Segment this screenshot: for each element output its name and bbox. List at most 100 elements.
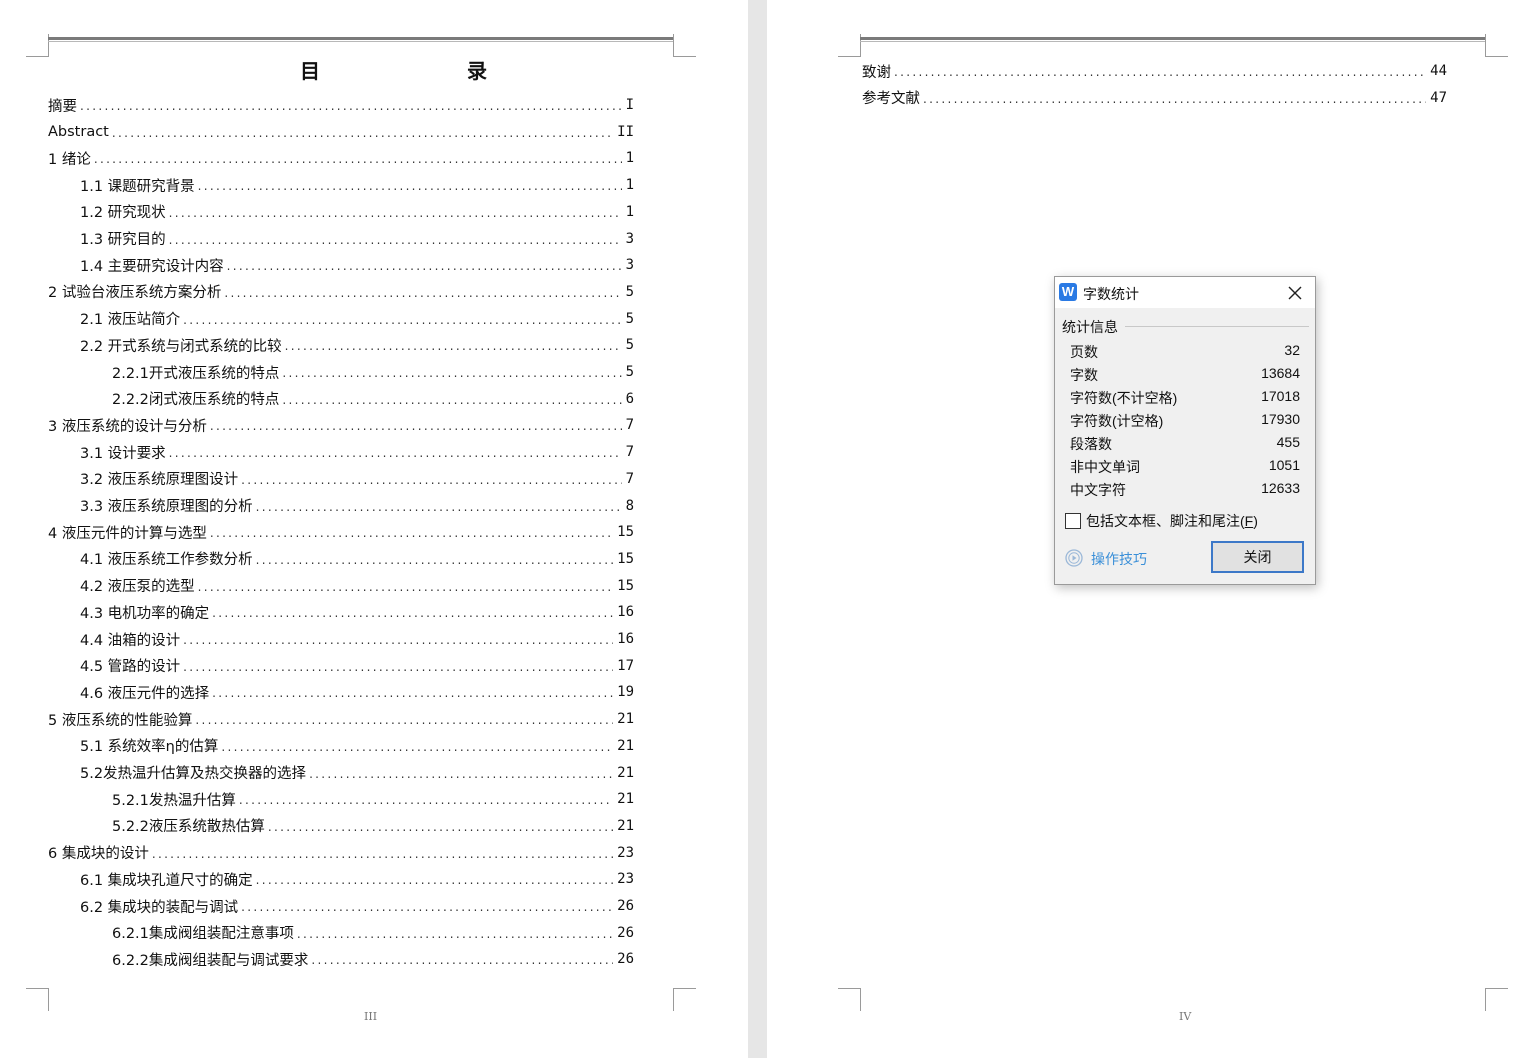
stat-label: 段落数 xyxy=(1070,436,1112,452)
toc-entry[interactable]: 4 液压元件的计算与选型 15 xyxy=(48,522,634,542)
toc-entry[interactable]: 6.2.1集成阀组装配注意事项 26 xyxy=(48,923,634,943)
toc-entry[interactable]: 5.2.2液压系统散热估算 21 xyxy=(48,816,634,836)
toc-entry-label: 4 液压元件的计算与选型 xyxy=(48,525,207,542)
stat-value: 17018 xyxy=(1261,388,1300,404)
toc-entry-label: 4.4 油箱的设计 xyxy=(80,632,181,649)
toc-leader-dots xyxy=(224,286,621,300)
crop-mark xyxy=(26,988,49,1011)
toc-entry-page: II xyxy=(617,123,634,140)
toc-entry[interactable]: 6.2.2集成阀组装配与调试要求 26 xyxy=(48,949,634,969)
toc-entry[interactable]: 3.1 设计要求 7 xyxy=(48,442,634,462)
toc-entry-page: 7 xyxy=(625,470,634,487)
toc-entry-label: 致谢 xyxy=(862,64,891,81)
toc-entry[interactable]: 4.2 液压泵的选型 15 xyxy=(48,576,634,596)
toc-entry[interactable]: 5.2.1发热温升估算 21 xyxy=(48,789,634,809)
toc-entry[interactable]: 致谢 44 xyxy=(862,61,1447,81)
toc-leader-dots xyxy=(311,953,613,967)
stat-row: 字数 13684 xyxy=(1070,365,1300,385)
toc-leader-dots xyxy=(212,686,613,700)
toc-entry[interactable]: 3.3 液压系统原理图的分析 8 xyxy=(48,496,634,516)
toc-entry[interactable]: 2.1 液压站简介 5 xyxy=(48,309,634,329)
toc-entry-label: 6 集成块的设计 xyxy=(48,846,149,863)
toc-leader-dots xyxy=(239,793,613,807)
toc-entry[interactable]: 参考文献 47 xyxy=(862,88,1447,108)
toc-entry[interactable]: 4.6 液压元件的选择 19 xyxy=(48,682,634,702)
toc-entry-page: 23 xyxy=(617,871,634,888)
toc-leader-dots xyxy=(169,233,622,247)
toc-entry-label: 5 液压系统的性能验算 xyxy=(48,712,193,729)
toc-entry[interactable]: 5.2发热温升估算及热交换器的选择 21 xyxy=(48,763,634,783)
dialog-titlebar[interactable]: W 字数统计 xyxy=(1055,277,1315,308)
toc-entry[interactable]: 6 集成块的设计 23 xyxy=(48,843,634,863)
stat-value: 13684 xyxy=(1261,365,1300,381)
toc-entry[interactable]: 2.2.2闭式液压系统的特点 6 xyxy=(48,389,634,409)
close-icon[interactable] xyxy=(1283,281,1307,305)
toc-entry-page: I xyxy=(625,97,634,113)
toc-entry[interactable]: 3.2 液压系统原理图设计 7 xyxy=(48,469,634,489)
toc-leader-dots xyxy=(210,419,622,433)
page-number: III xyxy=(364,1010,378,1023)
toc-entry[interactable]: 1.2 研究现状 1 xyxy=(48,202,634,222)
crop-mark xyxy=(1485,34,1508,57)
header-rule xyxy=(48,37,673,42)
toc-entry-page: 19 xyxy=(617,684,634,701)
play-circle-icon[interactable] xyxy=(1065,549,1083,567)
toc-leader-dots xyxy=(183,313,621,327)
toc-list: 摘要IAbstractII1 绪论11.1 课题研究背景11.2 研究现状11.… xyxy=(48,95,634,975)
toc-entry[interactable]: 6.1 集成块孔道尺寸的确定 23 xyxy=(48,869,634,889)
toc-entry-page: 16 xyxy=(617,631,634,647)
stat-row: 页数 32 xyxy=(1070,342,1300,362)
include-textbox-label[interactable]: 包括文本框、脚注和尾注(F) xyxy=(1086,511,1258,531)
stat-label: 非中文单词 xyxy=(1070,459,1140,475)
close-button[interactable]: 关闭 xyxy=(1211,541,1304,573)
toc-entry-page: 8 xyxy=(625,497,634,514)
stat-label: 页数 xyxy=(1070,344,1098,360)
toc-leader-dots xyxy=(112,126,613,140)
toc-entry[interactable]: 2 试验台液压系统方案分析 5 xyxy=(48,282,634,302)
document-page-left: 目 录 摘要IAbstractII1 绪论11.1 课题研究背景11.2 研究现… xyxy=(0,0,748,1058)
toc-entry-label: 3 液压系统的设计与分析 xyxy=(48,418,207,435)
toc-list: 致谢 44 参考文献 47 xyxy=(862,61,1447,121)
dialog-title: 字数统计 xyxy=(1083,286,1139,302)
toc-entry[interactable]: 2.2 开式系统与闭式系统的比较 5 xyxy=(48,335,634,355)
word-count-dialog: W 字数统计 统计信息 页数 32 字数 13684 字符数(不计空格) 17018 字符数… xyxy=(1054,276,1316,585)
toc-leader-dots xyxy=(256,873,613,887)
toc-entry-label: 1.2 研究现状 xyxy=(80,205,166,222)
toc-leader-dots xyxy=(227,259,622,273)
include-textbox-checkbox[interactable] xyxy=(1065,513,1081,529)
page-gutter xyxy=(748,0,767,1058)
toc-entry-label: 4.3 电机功率的确定 xyxy=(80,605,210,622)
toc-leader-dots xyxy=(210,526,613,540)
toc-entry-label: Abstract xyxy=(48,123,109,140)
toc-entry[interactable]: 4.5 管路的设计 17 xyxy=(48,656,634,676)
toc-entry-label: 1.3 研究目的 xyxy=(80,232,166,248)
toc-entry[interactable]: 4.1 液压系统工作参数分析 15 xyxy=(48,549,634,569)
stat-label: 中文字符 xyxy=(1070,482,1126,498)
toc-entry-page: 5 xyxy=(625,337,634,354)
toc-entry[interactable]: 1.3 研究目的 3 xyxy=(48,229,634,249)
toc-entry[interactable]: 4.4 油箱的设计 16 xyxy=(48,629,634,649)
toc-leader-dots xyxy=(169,446,622,460)
toc-leader-dots xyxy=(285,339,622,353)
toc-entry-page: 26 xyxy=(617,951,634,968)
toc-entry[interactable]: 3 液压系统的设计与分析 7 xyxy=(48,415,634,435)
toc-entry[interactable]: 6.2 集成块的装配与调试 26 xyxy=(48,896,634,916)
toc-entry[interactable]: 2.2.1开式液压系统的特点 5 xyxy=(48,362,634,382)
toc-entry[interactable]: 5 液压系统的性能验算 21 xyxy=(48,709,634,729)
toc-entry[interactable]: 1.4 主要研究设计内容 3 xyxy=(48,255,634,275)
toc-entry[interactable]: 1 绪论 1 xyxy=(48,148,634,168)
stat-label: 字符数(不计空格) xyxy=(1070,390,1178,406)
toc-entry-label: 摘要 xyxy=(48,98,77,115)
toc-entry[interactable]: 5.1 系统效率η的估算 21 xyxy=(48,736,634,756)
toc-entry[interactable]: 4.3 电机功率的确定 16 xyxy=(48,602,634,622)
toc-leader-dots xyxy=(309,767,613,781)
toc-entry-page: 26 xyxy=(617,898,634,914)
toc-entry[interactable]: 1.1 课题研究背景 1 xyxy=(48,175,634,195)
crop-mark xyxy=(26,34,49,57)
toc-entry[interactable]: 摘要 I xyxy=(48,95,634,115)
toc-entry-page: 16 xyxy=(617,604,634,621)
crop-mark xyxy=(1485,988,1508,1011)
tips-link[interactable]: 操作技巧 xyxy=(1091,549,1147,569)
toc-entry-page: 23 xyxy=(617,844,634,861)
toc-entry[interactable]: Abstract II xyxy=(48,122,634,142)
